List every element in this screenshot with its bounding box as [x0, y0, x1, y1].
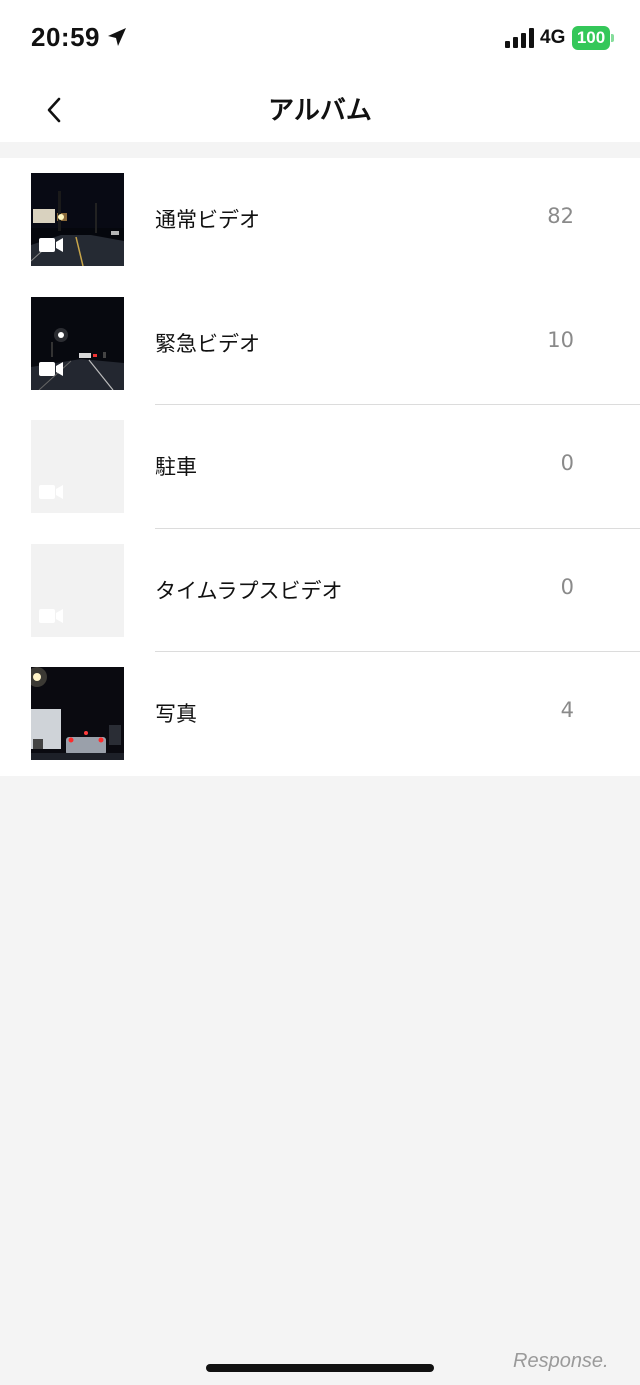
network-label: 4G	[540, 27, 566, 48]
video-camera-icon	[39, 608, 63, 623]
album-label: タイムラプスビデオ	[155, 578, 343, 603]
album-label: 駐車	[155, 455, 197, 479]
album-row-emergency-video[interactable]: 緊急ビデオ 10	[0, 282, 640, 405]
album-list: 通常ビデオ 82 緊急ビデオ 10 駐車 0 タイムラプスビデオ 0 写真 4	[0, 158, 640, 776]
album-label: 緊急ビデオ	[155, 331, 260, 356]
album-thumbnail	[31, 296, 124, 390]
album-count: 4	[560, 698, 574, 722]
status-time: 20:59	[31, 22, 100, 52]
album-thumbnail-placeholder	[31, 420, 124, 513]
album-row-parking[interactable]: 駐車 0	[0, 405, 640, 529]
album-thumbnail	[31, 667, 124, 760]
album-screen: 20:59 4G 100 アルバム 通常ビデオ 82 緊急ビデオ 10 駐車 0…	[0, 0, 640, 1385]
album-thumbnail	[31, 173, 124, 266]
album-row-normal-video[interactable]: 通常ビデオ 82	[0, 158, 640, 282]
battery-cap	[611, 34, 614, 42]
album-row-photos[interactable]: 写真 4	[0, 652, 640, 776]
album-count: 82	[547, 204, 574, 228]
album-count: 0	[560, 574, 574, 599]
album-count: 10	[547, 327, 574, 352]
battery-indicator: 100	[572, 26, 610, 50]
location-arrow-icon	[108, 28, 126, 46]
battery-level: 100	[576, 28, 606, 47]
signal-bars-icon	[505, 28, 534, 48]
nav-header: アルバム	[0, 76, 640, 142]
album-label: 通常ビデオ	[155, 208, 260, 232]
video-camera-icon	[39, 485, 63, 499]
album-count: 0	[560, 451, 574, 475]
video-camera-icon	[39, 361, 63, 376]
video-camera-icon	[39, 238, 63, 252]
watermark-logo: Response.	[513, 1350, 609, 1372]
album-thumbnail-placeholder	[31, 543, 124, 637]
status-bar: 20:59 4G 100	[0, 0, 640, 76]
page-title: アルバム	[268, 96, 372, 126]
album-label: 写真	[155, 702, 197, 726]
home-indicator[interactable]	[206, 1364, 434, 1372]
album-row-timelapse-video[interactable]: タイムラプスビデオ 0	[0, 529, 640, 652]
